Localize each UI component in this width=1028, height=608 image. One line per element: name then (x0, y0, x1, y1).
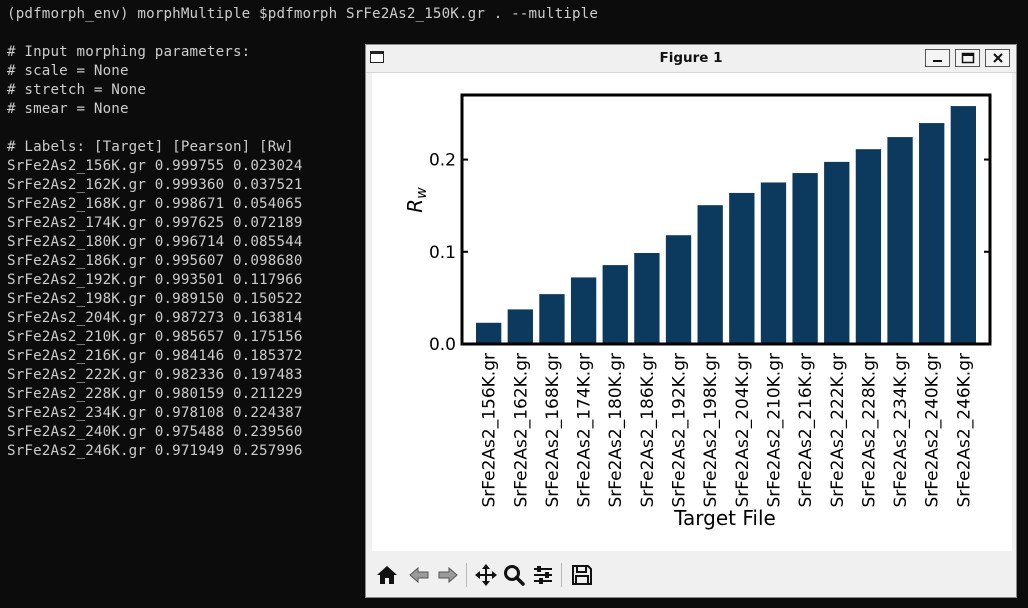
x-tick-label: SrFe2As2_168K.gr (543, 353, 563, 508)
param-scale: # scale = None (7, 63, 129, 79)
x-tick-label: SrFe2As2_198K.gr (701, 353, 721, 508)
x-tick-label: SrFe2As2_174K.gr (575, 353, 595, 508)
bar (792, 173, 818, 344)
command-line: (pdfmorph_env) morphMultiple $pdfmorph S… (7, 6, 599, 22)
bar (887, 137, 913, 344)
forward-button[interactable] (434, 561, 462, 589)
save-icon (572, 565, 592, 585)
minimize-button[interactable] (925, 49, 950, 67)
bar (476, 322, 502, 344)
close-button[interactable] (985, 49, 1010, 67)
x-tick-label: SrFe2As2_192K.gr (670, 353, 690, 508)
bar (919, 123, 945, 344)
result-line: SrFe2As2_222K.gr 0.982336 0.197483 (7, 367, 303, 383)
bar (950, 106, 976, 344)
x-tick-label: SrFe2As2_240K.gr (923, 353, 943, 508)
bar (824, 161, 850, 344)
result-line: SrFe2As2_216K.gr 0.984146 0.185372 (7, 348, 303, 364)
result-line: SrFe2As2_186K.gr 0.995607 0.098680 (7, 253, 303, 269)
home-icon (377, 566, 397, 584)
x-tick-label: SrFe2As2_210K.gr (764, 353, 784, 508)
x-tick-label: SrFe2As2_246K.gr (954, 353, 974, 508)
param-stretch: # stretch = None (7, 82, 147, 98)
pan-button[interactable] (472, 561, 500, 589)
result-line: SrFe2As2_168K.gr 0.998671 0.054065 (7, 196, 303, 212)
x-axis-label: Target File (673, 506, 776, 530)
labels-line: # Labels: [Target] [Pearson] [Rw] (7, 139, 294, 155)
x-tick-label: SrFe2As2_216K.gr (796, 353, 816, 508)
toolbar-separator (466, 563, 467, 587)
zoom-icon (504, 565, 525, 586)
result-line: SrFe2As2_210K.gr 0.985657 0.175156 (7, 329, 303, 345)
x-tick-label: SrFe2As2_204K.gr (733, 353, 753, 508)
bar (729, 192, 755, 344)
x-tick-label: SrFe2As2_180K.gr (606, 353, 626, 508)
bar (539, 294, 565, 344)
pan-icon (475, 564, 497, 586)
x-tick-label: SrFe2As2_162K.gr (511, 353, 531, 508)
window-title: Figure 1 (659, 50, 723, 66)
toolbar-separator (561, 563, 562, 587)
y-axis-label: Rw (403, 187, 430, 213)
save-button[interactable] (568, 561, 596, 589)
back-arrow-icon (409, 566, 429, 584)
back-button[interactable] (405, 561, 433, 589)
result-line: SrFe2As2_174K.gr 0.997625 0.072189 (7, 215, 303, 231)
figure-window[interactable]: Figure 1 0.0 0.1 0.2 SrFe2As2_156K.gr SrFe2… (365, 44, 1017, 598)
bar (634, 253, 660, 344)
y-tick-label: 0.0 (429, 335, 456, 355)
close-icon (992, 53, 1003, 63)
configure-subplots-icon (534, 566, 552, 584)
forward-arrow-icon (438, 566, 458, 584)
result-line: SrFe2As2_192K.gr 0.993501 0.117966 (7, 272, 303, 288)
bar (602, 265, 628, 344)
maximize-icon (961, 52, 974, 64)
result-line: SrFe2As2_162K.gr 0.999360 0.037521 (7, 177, 303, 193)
y-tick-label: 0.1 (429, 243, 456, 263)
result-line: SrFe2As2_198K.gr 0.989150 0.150522 (7, 291, 303, 307)
bar (570, 277, 597, 344)
x-tick-label: SrFe2As2_186K.gr (638, 353, 658, 508)
bar (697, 205, 723, 344)
result-line: SrFe2As2_204K.gr 0.987273 0.163814 (7, 310, 303, 326)
bar (665, 235, 692, 344)
result-line: SrFe2As2_180K.gr 0.996714 0.085544 (7, 234, 303, 250)
result-line: SrFe2As2_246K.gr 0.971949 0.257996 (7, 443, 303, 459)
navigation-toolbar (366, 553, 1016, 597)
home-button[interactable] (373, 561, 401, 589)
result-line: SrFe2As2_234K.gr 0.978108 0.224387 (7, 405, 303, 421)
bar (855, 149, 882, 344)
result-line: SrFe2As2_228K.gr 0.980159 0.211229 (7, 386, 303, 402)
rw-bar-chart: 0.0 0.1 0.2 SrFe2As2_156K.gr SrFe2As2_162K.… (403, 93, 992, 530)
x-tick-label: SrFe2As2_222K.gr (828, 353, 848, 508)
bar (507, 309, 533, 344)
figure-canvas[interactable]: 0.0 0.1 0.2 SrFe2As2_156K.gr SrFe2As2_162K.… (372, 73, 1012, 551)
zoom-button[interactable] (500, 561, 528, 589)
minimize-icon (932, 60, 942, 62)
maximize-button[interactable] (955, 49, 980, 67)
title-bar[interactable]: Figure 1 (366, 45, 1016, 73)
params-header: # Input morphing parameters: (7, 44, 251, 60)
x-tick-label: SrFe2As2_234K.gr (891, 353, 911, 508)
configure-subplots-button[interactable] (529, 561, 557, 589)
x-tick-label: SrFe2As2_228K.gr (859, 353, 879, 508)
bar (760, 182, 787, 344)
x-tick-label: SrFe2As2_156K.gr (480, 353, 500, 508)
result-line: SrFe2As2_156K.gr 0.999755 0.023024 (7, 158, 303, 174)
param-smear: # smear = None (7, 101, 129, 117)
result-line: SrFe2As2_240K.gr 0.975488 0.239560 (7, 424, 303, 440)
y-tick-label: 0.2 (429, 151, 456, 171)
